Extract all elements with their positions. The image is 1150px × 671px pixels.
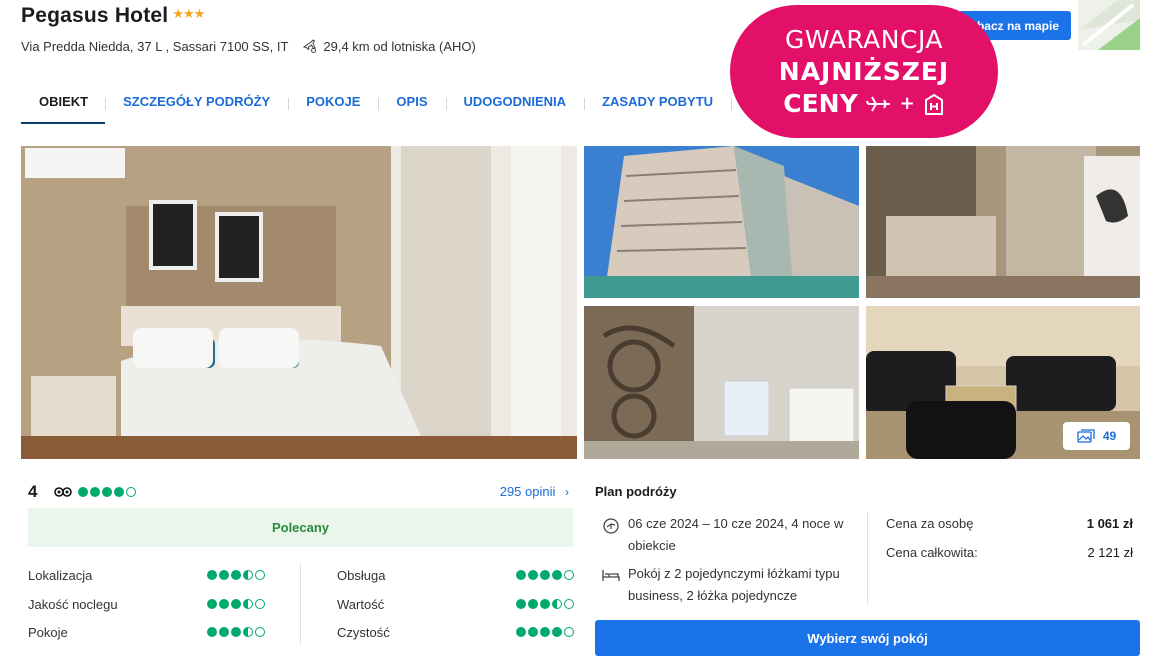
price-per-person: 1 061 zł <box>1086 516 1133 531</box>
category-rating-bubbles <box>207 627 265 637</box>
tab-udogodnienia[interactable]: UDOGODNIENIA <box>445 86 585 124</box>
plane-icon <box>865 96 890 111</box>
rating-bubble <box>78 487 88 497</box>
rating-bubbles <box>78 487 136 497</box>
reviews-link-text: 295 opinii <box>499 484 556 499</box>
chevron-right-icon: › <box>565 485 569 499</box>
category-label: Lokalizacja <box>28 568 93 583</box>
badge-line-3: CENY + <box>730 89 998 118</box>
plan-room-line-2: business, 2 łóżka pojedyncze <box>628 588 798 603</box>
photo-reception-desk[interactable] <box>584 306 859 459</box>
category-label: Czystość <box>337 625 390 640</box>
hotel-icon <box>924 93 943 115</box>
plus-sign: + <box>899 93 915 114</box>
plan-dates: 06 cze 2024 – 10 cze 2024, 4 noce w obiek… <box>602 513 843 557</box>
address-row: Via Predda Niedda, 37 L , Sassari 7100 S… <box>21 38 476 54</box>
category-rating-bubbles <box>516 570 574 580</box>
tab-opis[interactable]: OPIS <box>378 86 445 124</box>
rating-bubble <box>114 487 124 497</box>
photo-lounge[interactable]: 49 <box>866 306 1140 459</box>
hotel-address: Via Predda Niedda, 37 L , Sassari 7100 S… <box>21 38 289 54</box>
tab-szczegoly-podrozy[interactable]: SZCZEGÓŁY PODRÓŻY <box>105 86 288 124</box>
category-label: Jakość noclegu <box>28 597 118 612</box>
bed-icon <box>602 570 620 581</box>
rating-row: 4 295 opinii › <box>28 480 573 504</box>
category-rating-bubbles <box>516 627 574 637</box>
tab-zasady-pobytu[interactable]: ZASADY POBYTU <box>584 86 731 124</box>
calendar-plane-icon <box>603 518 619 534</box>
plan-dates-line-1: 06 cze 2024 – 10 cze 2024, 4 noce w <box>628 516 844 531</box>
price-per-person-label: Cena za osobę <box>886 516 974 531</box>
category-label: Wartość <box>337 597 385 612</box>
category-label: Pokoje <box>28 625 68 640</box>
category-rating-bubbles <box>207 599 265 609</box>
tripadvisor-icon <box>54 487 72 497</box>
hotel-header: Pegasus Hotel ★★★ <box>21 4 205 28</box>
plan-room: Pokój z 2 pojedynczymi łóżkami typu busin… <box>602 563 840 607</box>
badge-line-3-text: CENY <box>783 89 858 118</box>
recommended-banner: Polecany <box>28 508 573 547</box>
rating-score: 4 <box>28 482 38 501</box>
map-thumbnail[interactable] <box>1078 0 1140 50</box>
hotel-stars: ★★★ <box>172 6 205 21</box>
plan-divider <box>867 512 868 606</box>
gallery-icon <box>1077 429 1095 443</box>
category-rating-bubbles <box>207 570 265 580</box>
badge-line-1: GWARANCJA <box>785 25 943 54</box>
price-total-label: Cena całkowita: <box>886 545 978 560</box>
badge-line-2: NAJNIŻSZEJ <box>778 57 950 86</box>
choose-room-button[interactable]: Wybierz swój pokój <box>595 620 1140 656</box>
plan-room-line-1: Pokój z 2 pojedynczymi łóżkami typu <box>628 566 840 581</box>
price-total: 2 121 zł <box>1087 545 1133 560</box>
category-label: Obsługa <box>337 568 386 583</box>
reviews-link[interactable]: 295 opinii › <box>500 484 569 499</box>
category-rating-bubbles <box>516 599 574 609</box>
photo-count: 49 <box>1102 429 1117 443</box>
airport-distance: 29,4 km od lotniska (AHO) <box>302 38 476 54</box>
photo-hotel-facade[interactable] <box>584 146 859 298</box>
rating-bubble <box>90 487 100 497</box>
photo-reception[interactable] <box>866 146 1140 298</box>
hotel-name: Pegasus Hotel <box>21 4 169 27</box>
hotel-tabs: OBIEKT SZCZEGÓŁY PODRÓŻY POKOJE OPIS UDO… <box>21 86 789 124</box>
airport-distance-icon <box>303 39 317 53</box>
tab-obiekt[interactable]: OBIEKT <box>21 86 106 124</box>
plan-title: Plan podróży <box>595 484 677 499</box>
airport-distance-text: 29,4 km od lotniska (AHO) <box>323 38 476 54</box>
category-divider <box>300 562 301 646</box>
rating-bubble <box>126 487 136 497</box>
photo-bedroom[interactable] <box>21 146 577 459</box>
tab-pokoje[interactable]: POKOJE <box>288 86 378 124</box>
plan-dates-line-2: obiekcie <box>628 538 676 553</box>
photo-count-button[interactable]: 49 <box>1063 422 1130 450</box>
lowest-price-guarantee-badge: GWARANCJA NAJNIŻSZEJ CENY + <box>730 5 998 138</box>
rating-bubble <box>102 487 112 497</box>
